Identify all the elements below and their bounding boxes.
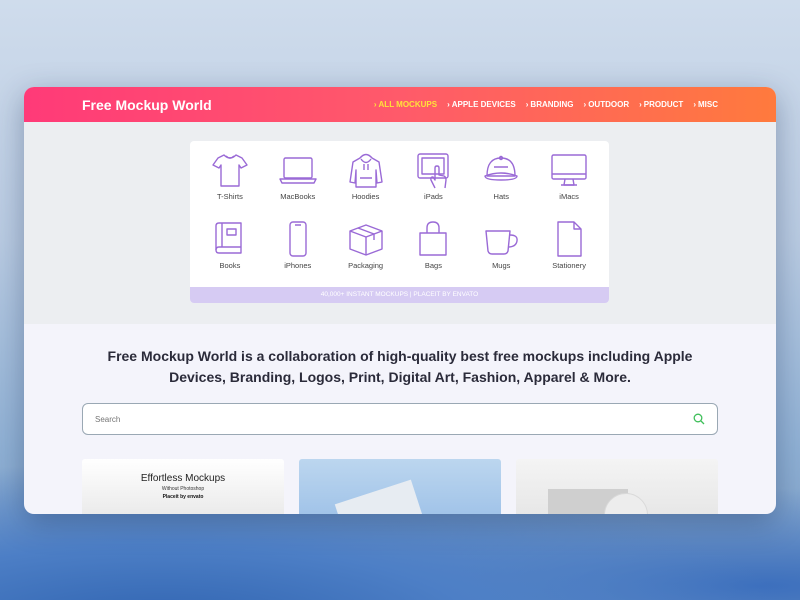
search-icon[interactable] — [693, 413, 705, 425]
search-input[interactable] — [95, 414, 644, 424]
promo-strip[interactable]: 40,000+ INSTANT MOCKUPS | PLACEIT BY ENV… — [190, 287, 609, 303]
site-logo[interactable]: Free Mockup World — [82, 97, 212, 113]
search-bar — [82, 403, 718, 435]
phone-icon — [289, 221, 307, 257]
mockup-card[interactable] — [516, 459, 718, 514]
site-header: Free Mockup World › ALL MOCKUPS › APPLE DE… — [24, 87, 776, 122]
nav-label: MISC — [698, 100, 718, 109]
nav-label: ALL MOCKUPS — [378, 100, 438, 109]
chevron-right-icon: › — [373, 100, 377, 109]
category-label: Hats — [493, 192, 509, 201]
document-icon — [557, 221, 582, 257]
tshirt-icon — [212, 154, 248, 187]
card-title: Effortless Mockups — [140, 473, 226, 484]
nav-all-mockups[interactable]: › ALL MOCKUPS — [374, 100, 437, 109]
nav-label: PRODUCT — [643, 100, 684, 109]
category-bags[interactable]: Bags — [400, 219, 468, 289]
nav-apple-devices[interactable]: › APPLE DEVICES — [447, 100, 516, 109]
mug-icon — [485, 230, 519, 255]
main-nav: › ALL MOCKUPS › APPLE DEVICES › BRANDING › O… — [374, 100, 718, 109]
intro-line-2: Devices, Branding, Logos, Print, Digital… — [169, 369, 631, 385]
mockup-cards: Effortless Mockups Without Photoshop Pla… — [82, 459, 718, 514]
category-label: MacBooks — [280, 192, 316, 201]
nav-outdoor[interactable]: › OUTDOOR — [584, 100, 630, 109]
nav-misc[interactable]: › MISC — [693, 100, 718, 109]
category-label: Stationery — [552, 261, 586, 270]
tablet-icon — [417, 153, 450, 189]
category-ipads[interactable]: iPads — [400, 150, 468, 219]
category-hero: T-Shirts MacBooks Hoodies iPads Hats iMa… — [24, 122, 776, 324]
category-panel: T-Shirts MacBooks Hoodies iPads Hats iMa… — [190, 141, 609, 303]
nav-label: BRANDING — [530, 100, 574, 109]
hoodie-icon — [348, 153, 383, 188]
category-books[interactable]: Books — [196, 219, 264, 289]
card-brand: Placeit by envato — [162, 494, 204, 500]
category-label: iPads — [424, 192, 443, 201]
category-label: Mugs — [492, 261, 511, 270]
intro-line-1: Free Mockup World is a collaboration of … — [107, 348, 693, 364]
card-subtitle: Without Photoshop — [161, 486, 205, 492]
category-label: iPhones — [284, 261, 312, 270]
box-icon — [348, 224, 383, 256]
category-grid: T-Shirts MacBooks Hoodies iPads Hats iMa… — [190, 141, 609, 289]
category-stationery[interactable]: Stationery — [535, 219, 603, 289]
category-label: T-Shirts — [216, 192, 243, 201]
mockup-card[interactable]: Effortless Mockups Without Photoshop Pla… — [82, 459, 284, 514]
card-thumbnail — [334, 479, 424, 514]
chevron-right-icon: › — [583, 100, 587, 109]
nav-branding[interactable]: › BRANDING — [526, 100, 574, 109]
bag-icon — [419, 221, 448, 256]
category-label: Bags — [424, 261, 442, 270]
category-iphones[interactable]: iPhones — [264, 219, 332, 289]
nav-label: OUTDOOR — [588, 100, 630, 109]
category-macbooks[interactable]: MacBooks — [264, 150, 332, 219]
chevron-right-icon: › — [525, 100, 529, 109]
chevron-right-icon: › — [693, 100, 696, 109]
monitor-icon — [551, 154, 587, 186]
category-label: Packaging — [348, 261, 384, 270]
category-imacs[interactable]: iMacs — [535, 150, 603, 219]
category-mugs[interactable]: Mugs — [467, 219, 535, 289]
nav-label: APPLE DEVICES — [451, 100, 516, 109]
chevron-right-icon: › — [447, 100, 450, 109]
nav-product[interactable]: › PRODUCT — [639, 100, 683, 109]
browser-window: Free Mockup World › ALL MOCKUPS › APPLE DE… — [24, 87, 776, 514]
cap-icon — [484, 155, 518, 181]
category-tshirts[interactable]: T-Shirts — [196, 150, 264, 219]
category-label: Books — [219, 261, 241, 270]
category-hoodies[interactable]: Hoodies — [332, 150, 400, 219]
mockup-card[interactable] — [299, 459, 501, 514]
category-label: Hoodies — [351, 192, 380, 201]
chevron-right-icon: › — [639, 100, 642, 109]
category-hats[interactable]: Hats — [467, 150, 535, 219]
category-label: iMacs — [559, 192, 579, 201]
book-icon — [215, 222, 242, 254]
intro-text: Free Mockup World is a collaboration of … — [24, 324, 776, 388]
laptop-icon — [279, 157, 317, 184]
category-packaging[interactable]: Packaging — [332, 219, 400, 289]
